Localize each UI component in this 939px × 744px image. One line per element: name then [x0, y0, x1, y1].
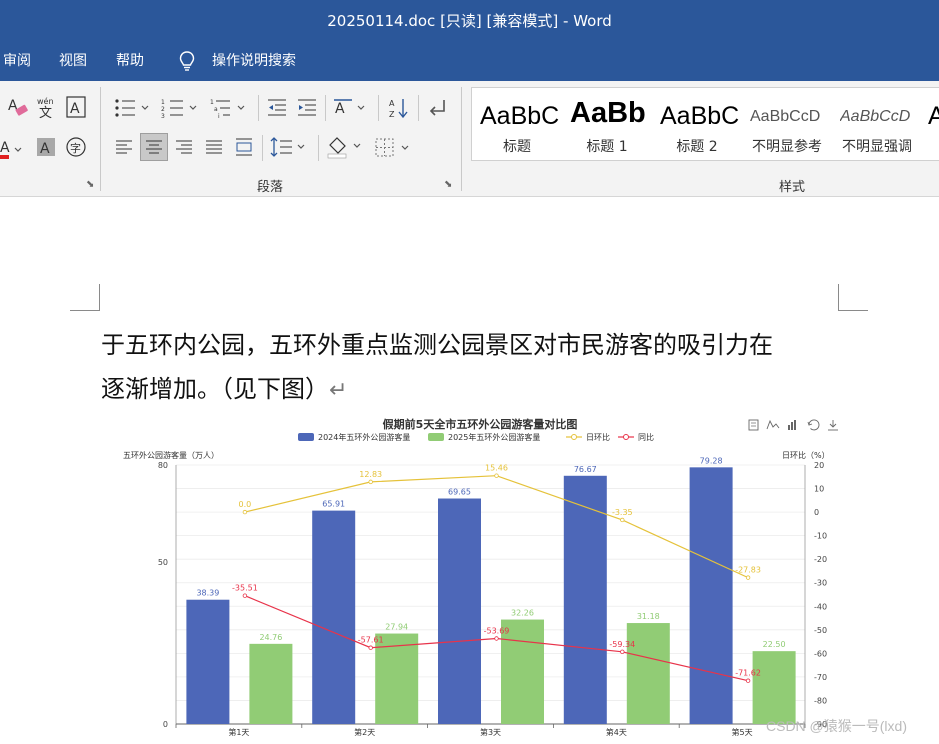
svg-text:A: A — [389, 99, 395, 108]
character-shading-icon[interactable]: A — [36, 136, 58, 160]
svg-text:1: 1 — [161, 99, 165, 106]
character-border-icon[interactable]: A — [65, 95, 87, 119]
lightbulb-icon[interactable] — [176, 50, 198, 72]
paragraph-mark-icon: ↵ — [329, 378, 348, 403]
svg-text:2: 2 — [161, 106, 165, 113]
svg-text:A: A — [0, 140, 10, 156]
line-spacing-icon[interactable] — [270, 136, 310, 158]
style-name: 不明显参考 — [752, 139, 822, 155]
margin-corner-top-right — [838, 284, 868, 311]
separator — [325, 95, 326, 121]
svg-text:字: 字 — [70, 141, 81, 155]
svg-text:A: A — [335, 101, 345, 117]
increase-indent-icon[interactable] — [296, 97, 318, 119]
tab-view[interactable]: 视图 — [59, 42, 87, 81]
styles-group-label: 样式 — [778, 180, 805, 195]
chinese-layout-icon[interactable]: A — [333, 97, 369, 119]
style-sample: AaBbCcD — [750, 108, 821, 125]
font-color-icon[interactable]: A — [0, 136, 26, 162]
group-separator — [461, 87, 462, 191]
tell-me-search[interactable]: 操作说明搜索 — [212, 42, 296, 81]
numbering-icon[interactable]: 1 2 3 — [161, 97, 201, 119]
separator — [378, 95, 379, 121]
style-name: 标题 2 — [676, 139, 718, 155]
style-sample: AaBbC — [660, 102, 740, 130]
paragraph-dialog-launcher-icon[interactable]: ⬊ — [444, 179, 452, 190]
ribbon: A wén 文 A A A 字 ⬊ 1 2 3 1 a i A A Z 段落 ⬊… — [0, 81, 939, 197]
style-heading-1[interactable]: AaBb 标题 1 — [562, 88, 652, 162]
style-name: 标题 — [503, 139, 531, 155]
separator — [318, 135, 319, 161]
shading-icon[interactable] — [326, 135, 366, 159]
phonetic-guide-icon[interactable]: wén 文 — [36, 95, 58, 119]
svg-text:A: A — [70, 101, 80, 117]
style-more-partial[interactable]: A — [926, 88, 939, 162]
style-subtle-emphasis[interactable]: AaBbCcD 不明显强调 — [832, 88, 922, 162]
align-center-button[interactable] — [140, 133, 168, 161]
margin-corner-top-left — [70, 284, 100, 311]
style-title[interactable]: AaBbC 标题 — [472, 88, 562, 162]
sort-icon[interactable]: AZ — [388, 96, 410, 120]
clear-formatting-icon[interactable]: A — [6, 95, 30, 119]
paragraph-line-1: 于五环内公园，五环外重点监测公园景区对市民游客的吸引力在 — [101, 331, 773, 359]
svg-text:a: a — [214, 106, 218, 113]
tab-review[interactable]: 审阅 — [3, 42, 31, 81]
tab-help[interactable]: 帮助 — [116, 42, 144, 81]
paragraph-text: 逐渐增加。（见下图） — [101, 375, 329, 403]
decrease-indent-icon[interactable] — [266, 97, 288, 119]
ribbon-tab-bar: 审阅 视图 帮助 操作说明搜索 — [0, 42, 939, 81]
align-right-icon[interactable] — [174, 137, 194, 157]
paragraph-line-2: 逐渐增加。（见下图）↵ — [101, 367, 773, 413]
svg-text:1: 1 — [210, 99, 214, 106]
group-separator — [100, 87, 101, 191]
separator — [418, 95, 419, 121]
svg-text:i: i — [218, 113, 220, 119]
svg-text:3: 3 — [161, 113, 165, 119]
style-name: 标题 1 — [586, 139, 628, 155]
justify-icon[interactable] — [204, 137, 224, 157]
document-page[interactable]: 于五环内公园，五环外重点监测公园景区对市民游客的吸引力在 逐渐增加。（见下图）↵ — [0, 198, 939, 744]
style-sample: AaBbC — [480, 102, 560, 130]
separator — [262, 135, 263, 161]
style-name: 不明显强调 — [842, 139, 912, 155]
svg-text:A: A — [40, 141, 50, 157]
bullets-icon[interactable] — [113, 97, 153, 119]
svg-text:文: 文 — [39, 106, 52, 119]
show-hide-marks-icon[interactable] — [426, 97, 448, 119]
svg-text:wén: wén — [37, 96, 54, 106]
borders-icon[interactable] — [374, 137, 414, 159]
enclose-characters-icon[interactable]: 字 — [65, 136, 87, 160]
style-heading-2[interactable]: AaBbC 标题 2 — [652, 88, 742, 162]
align-left-icon[interactable] — [114, 137, 134, 157]
separator — [258, 95, 259, 121]
distributed-icon[interactable] — [234, 136, 254, 158]
multilevel-list-icon[interactable]: 1 a i — [210, 97, 250, 119]
document-body[interactable]: 于五环内公园，五环外重点监测公园景区对市民游客的吸引力在 逐渐增加。（见下图）↵ — [101, 323, 773, 413]
style-sample-partial: A — [928, 102, 939, 130]
window-title: 20250114.doc [只读] [兼容模式] - Word — [327, 12, 612, 30]
paragraph-group-label: 段落 — [256, 180, 283, 195]
style-sample: AaBbCcD — [840, 108, 911, 125]
font-dialog-launcher-icon[interactable]: ⬊ — [86, 179, 94, 190]
csdn-watermark: CSDN @猿猴一号(lxd) — [766, 718, 907, 734]
svg-text:Z: Z — [389, 110, 395, 119]
align-center-icon — [146, 140, 162, 154]
style-sample: AaBb — [570, 97, 646, 129]
styles-gallery: AaBbC 标题 AaBb 标题 1 AaBbC 标题 2 AaBbCcD 不明… — [471, 87, 939, 161]
style-subtle-reference[interactable]: AaBbCcD 不明显参考 — [742, 88, 832, 162]
